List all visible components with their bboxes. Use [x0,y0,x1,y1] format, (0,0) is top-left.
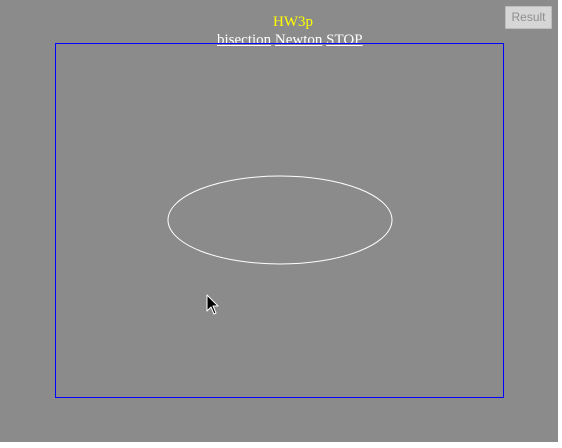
app-window: HW3p bisection Newton STOP Result [0,0,558,442]
arrow-cursor-icon [206,294,219,315]
app-title: HW3p [273,14,313,30]
drawing-canvas[interactable] [55,43,504,398]
result-button[interactable]: Result [505,6,552,29]
